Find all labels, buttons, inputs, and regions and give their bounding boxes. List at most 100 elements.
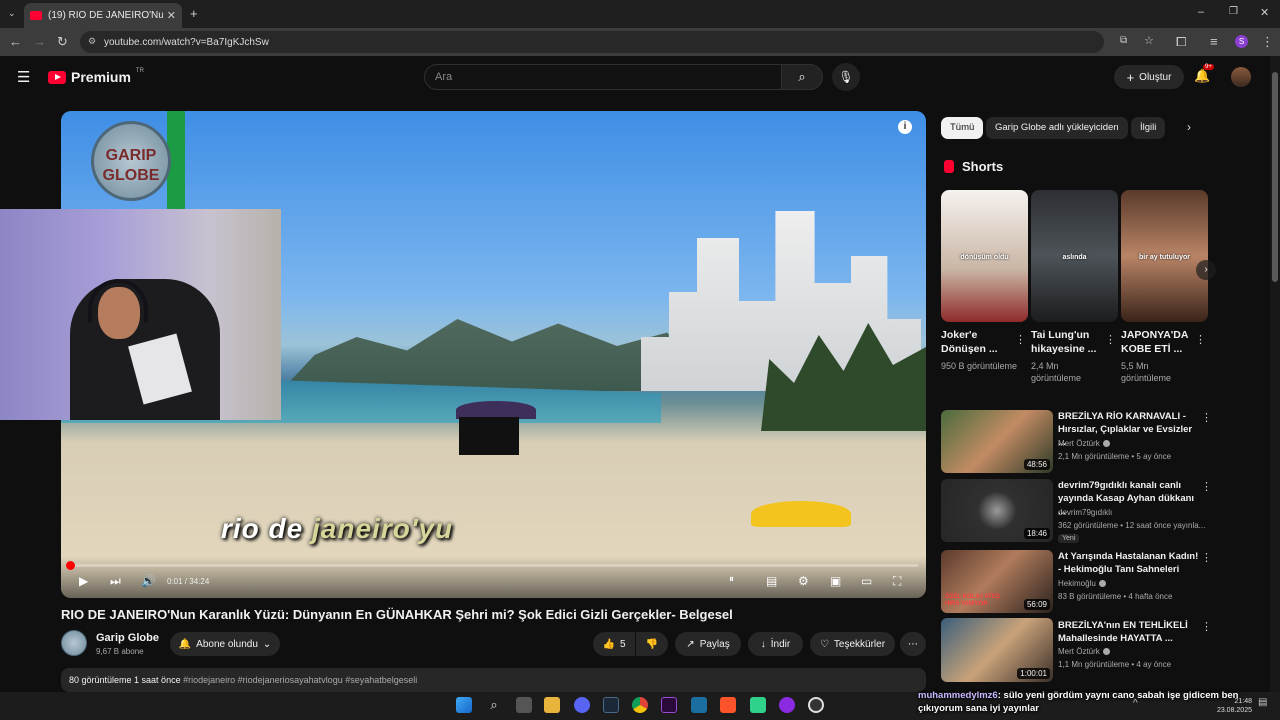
hamburger-menu-icon[interactable]: ☰ (17, 68, 30, 86)
youtube-premium-logo[interactable]: Premium TR (48, 68, 144, 85)
shorts-next-icon[interactable]: › (1196, 260, 1216, 280)
video-channel[interactable]: Mert Öztürk (1058, 439, 1110, 448)
captions-icon[interactable]: ▤ (766, 574, 777, 588)
short-more-icon[interactable]: ⋮ (1015, 333, 1026, 346)
video-thumbnail[interactable]: ÖZEL KOLAJ ATEŞ HIRS YANIYOR 56:09 (941, 550, 1053, 613)
forward-icon[interactable]: → (33, 34, 46, 49)
video-more-icon[interactable]: ⋮ (1201, 620, 1212, 633)
back-icon[interactable]: ← (9, 34, 22, 49)
autoplay-toggle-icon[interactable]: ⏸ (729, 574, 734, 585)
like-button[interactable]: 👍 5 (593, 632, 635, 656)
miniplayer-icon[interactable]: ▣ (830, 574, 841, 588)
thumbs-up-icon: 👍 (602, 638, 615, 650)
short-more-icon[interactable]: ⋮ (1105, 333, 1116, 346)
chip-related[interactable]: İlgili (1131, 117, 1166, 139)
progress-bar[interactable] (66, 561, 918, 570)
dislike-button[interactable]: 👎 (636, 632, 668, 656)
premiere-icon[interactable] (661, 697, 677, 713)
profile-icon[interactable]: S (1235, 35, 1248, 48)
search-button[interactable]: ⌕ (781, 64, 823, 90)
user-avatar[interactable] (1231, 67, 1251, 87)
new-tab-icon[interactable]: + (190, 6, 198, 21)
video-more-icon[interactable]: ⋮ (1201, 480, 1212, 493)
chrome-icon[interactable] (632, 697, 648, 713)
close-window-icon[interactable]: ✕ (1260, 6, 1269, 19)
short-thumbnail[interactable]: bir ay tutuluyor (1121, 190, 1208, 322)
short-caption: bir ay tutuluyor (1139, 254, 1190, 261)
obs-icon[interactable] (808, 697, 824, 713)
media-app-icon[interactable] (779, 697, 795, 713)
chevron-right-icon[interactable]: › (1187, 120, 1191, 134)
app-icon[interactable] (691, 697, 707, 713)
download-button[interactable]: ↓ İndir (748, 632, 803, 656)
tab-search-icon[interactable]: ⌄ (8, 8, 16, 19)
video-title: RIO DE JANEIRO'Nun Karanlık Yüzü: Dünyan… (61, 607, 733, 622)
maximize-icon[interactable]: ❐ (1229, 6, 1238, 17)
short-title[interactable]: Tai Lung'un hikayesine ... (1031, 328, 1105, 356)
video-more-icon[interactable]: ⋮ (1201, 551, 1212, 564)
play-icon[interactable]: ▶ (79, 574, 88, 588)
game-app-icon[interactable] (750, 697, 766, 713)
short-thumbnail[interactable]: dönüşüm oldu (941, 190, 1028, 322)
voice-search-button[interactable]: 🎙 (832, 63, 860, 91)
settings-gear-icon[interactable]: ⚙ (798, 574, 809, 588)
steam-icon[interactable] (603, 697, 619, 713)
short-views: 950 B görüntüleme (941, 361, 1018, 371)
bookmark-star-icon[interactable]: ☆ (1144, 34, 1154, 47)
short-more-icon[interactable]: ⋮ (1195, 333, 1206, 346)
file-explorer-icon[interactable] (544, 697, 560, 713)
close-tab-icon[interactable]: ✕ (167, 9, 176, 22)
more-actions-button[interactable]: ⋯ (900, 632, 926, 656)
brave-icon[interactable] (720, 697, 736, 713)
chip-from-uploader[interactable]: Garip Globe adlı yükleyiciden (986, 117, 1128, 139)
video-channel[interactable]: devrim79gıdıklı (1058, 508, 1112, 517)
microphone-icon: 🎙 (838, 70, 854, 84)
windows-start-icon[interactable] (456, 697, 472, 713)
media-controls-icon[interactable]: ≡ (1210, 34, 1218, 49)
description-box[interactable]: 80 görüntüleme 1 saat önce #riodejaneiro… (61, 668, 926, 692)
short-thumbnail[interactable]: aslında (1031, 190, 1118, 322)
video-more-icon[interactable]: ⋮ (1201, 411, 1212, 424)
site-info-icon[interactable]: ⚙ (88, 36, 96, 47)
search-input[interactable]: Ara (424, 64, 782, 90)
address-bar[interactable]: ⚙ youtube.com/watch?v=Ba7IgKJchSw ⧉ ☆ (80, 31, 1154, 53)
video-channel[interactable]: Hekimoğlu (1058, 579, 1106, 588)
short-title[interactable]: Joker'e Dönüşen ... (941, 328, 1015, 356)
extensions-icon[interactable]: ⧠ (1176, 34, 1186, 50)
video-thumbnail[interactable]: 48:56 (941, 410, 1053, 473)
browser-tab-bar: ⌄ (19) RIO DE JANEIRO'Nun Karan ✕ + – ❐ … (0, 0, 1280, 28)
notification-center-icon[interactable]: ▤ (1258, 697, 1267, 708)
info-icon[interactable]: i (898, 120, 912, 134)
scrubber-handle[interactable] (66, 561, 75, 570)
next-icon[interactable]: ⏭ (110, 574, 121, 589)
task-view-icon[interactable] (516, 697, 532, 713)
taskbar-search-icon[interactable]: ⌕ (486, 697, 502, 713)
short-title[interactable]: JAPONYA'DA KOBE ETİ ... (1121, 328, 1195, 356)
create-button[interactable]: + Oluştur (1114, 65, 1184, 89)
system-clock[interactable]: 21:48 23.08.2025 (1210, 697, 1252, 715)
chip-all[interactable]: Tümü (941, 117, 984, 139)
video-channel[interactable]: Mert Öztürk (1058, 647, 1110, 656)
hashtags[interactable]: #riodejaneiro #riodejaneriosayahatvlogu … (183, 675, 417, 685)
share-button[interactable]: ↗ Paylaş (675, 632, 741, 656)
notifications-bell-icon[interactable]: 🔔 (1194, 68, 1210, 84)
reload-icon[interactable]: ↻ (57, 34, 68, 50)
browser-tab[interactable]: (19) RIO DE JANEIRO'Nun Karan ✕ (24, 3, 182, 28)
volume-icon[interactable]: 🔊 (141, 574, 156, 588)
theater-mode-icon[interactable]: ▭ (861, 574, 872, 588)
thanks-button[interactable]: ♡ Teşekkürler (810, 632, 895, 656)
scrollbar-thumb[interactable] (1272, 72, 1278, 282)
subscribed-button[interactable]: 🔔 Abone olundu ⌄ (170, 632, 280, 656)
discord-icon[interactable] (574, 697, 590, 713)
video-thumbnail[interactable]: 1:00:01 (941, 618, 1053, 682)
chevron-down-icon: ⌄ (262, 638, 272, 650)
install-app-icon[interactable]: ⧉ (1120, 35, 1127, 46)
minimize-icon[interactable]: – (1198, 6, 1204, 18)
video-title-link[interactable]: BREZİLYA'nın EN TEHLİKELİ Mahallesinde H… (1058, 619, 1200, 645)
channel-name[interactable]: Garip Globe (96, 632, 159, 644)
video-thumbnail[interactable]: 18:46 (941, 479, 1053, 542)
video-title-link[interactable]: At Yarışında Hastalanan Kadın! - Hekimoğ… (1058, 550, 1200, 576)
browser-menu-icon[interactable]: ⋮ (1261, 34, 1274, 50)
fullscreen-icon[interactable]: ⛶ (893, 574, 901, 589)
channel-avatar[interactable] (61, 630, 87, 656)
